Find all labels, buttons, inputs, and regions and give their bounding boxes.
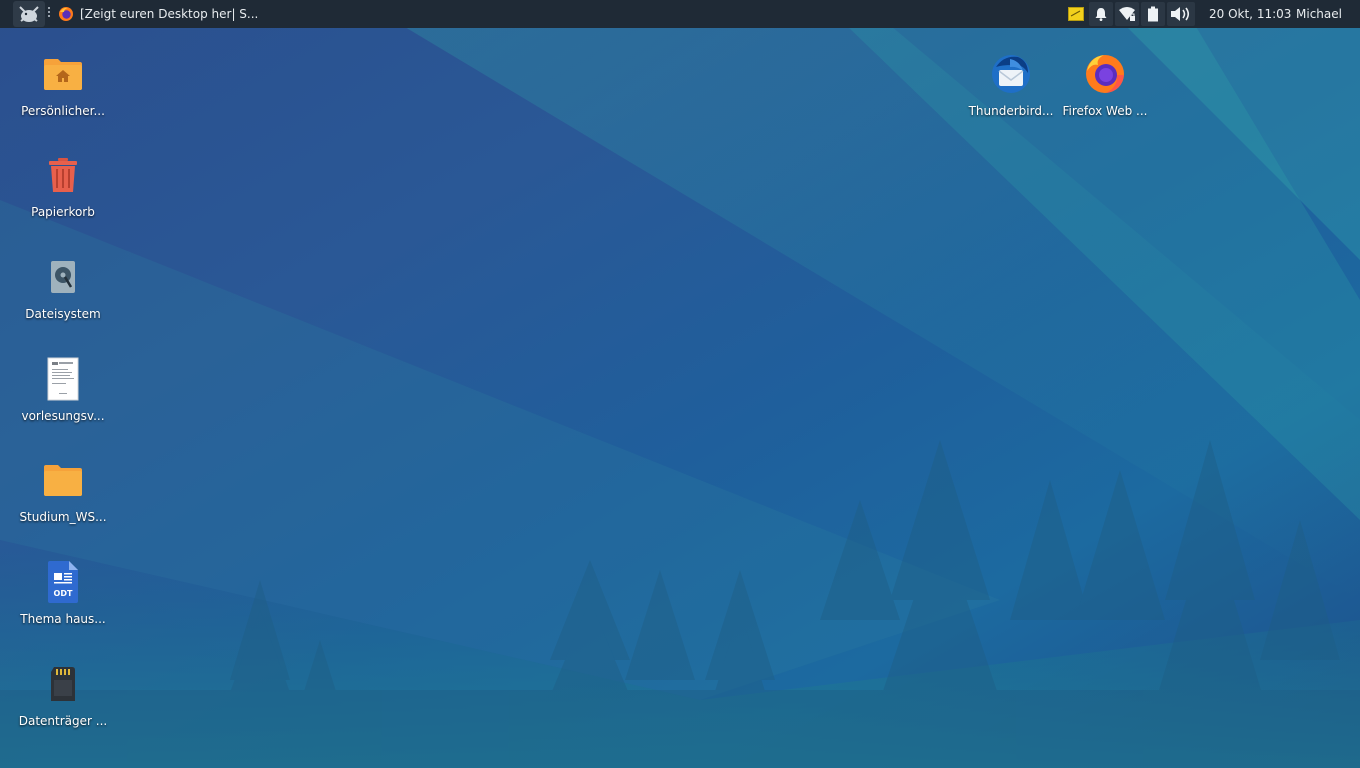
- firefox-icon: [1086, 55, 1124, 93]
- odt-document-icon: ODT: [48, 561, 78, 603]
- trash-icon: [49, 158, 77, 192]
- sd-card-icon: [51, 667, 75, 701]
- desktop-icon-label: Thema haus...: [20, 612, 106, 626]
- desktop-icon-label: vorlesungsv...: [21, 409, 105, 423]
- desktop-icon-odt[interactable]: ODT Thema haus...: [15, 558, 111, 626]
- folder-icon: [44, 465, 82, 496]
- svg-text:ODT: ODT: [54, 589, 73, 598]
- application-menu-button[interactable]: [13, 1, 45, 27]
- wifi-icon: [1119, 7, 1135, 21]
- desktop-icon-folder-studium[interactable]: Studium_WS...: [15, 456, 111, 524]
- taskbar-button[interactable]: [Zeigt euren Desktop her| S...: [58, 0, 258, 28]
- top-panel: [Zeigt euren Desktop her| S... 20 Okt, 1…: [0, 0, 1360, 28]
- desktop-icon-home[interactable]: Persönlicher...: [15, 50, 111, 118]
- notifications-button[interactable]: [1089, 2, 1113, 26]
- home-folder-icon: [44, 59, 82, 90]
- thunderbird-icon: [992, 55, 1030, 93]
- volume-icon: [1171, 7, 1190, 21]
- harddisk-icon: [51, 261, 75, 293]
- panel-user-menu[interactable]: Michael: [1296, 0, 1342, 28]
- bell-icon: [1095, 8, 1107, 21]
- desktop-icon-firefox[interactable]: Firefox Web ...: [1057, 50, 1153, 118]
- desktop-icon-label: Persönlicher...: [21, 104, 105, 118]
- desktop-wallpaper: [0, 0, 1360, 768]
- wallpaper-graphic: [0, 0, 1360, 768]
- desktop-icon-filesystem[interactable]: Dateisystem: [15, 253, 111, 321]
- desktop-icon-label: Papierkorb: [31, 205, 95, 219]
- xfce-mouse-icon: [19, 6, 39, 22]
- panel-handle[interactable]: [48, 7, 50, 21]
- pdf-document-icon: [47, 357, 79, 401]
- panel-clock[interactable]: 20 Okt, 11:03: [1209, 0, 1291, 28]
- desktop-icon-label: Firefox Web ...: [1062, 104, 1148, 118]
- desktop-icon-thunderbird[interactable]: Thunderbird...: [963, 50, 1059, 118]
- taskbar-window-title: [Zeigt euren Desktop her| S...: [80, 7, 259, 21]
- desktop-icon-label: Dateisystem: [25, 307, 101, 321]
- desktop-icon-label: Studium_WS...: [19, 510, 107, 524]
- desktop-icon-label: Thunderbird...: [968, 104, 1054, 118]
- desktop-icon-label: Datenträger ...: [18, 714, 108, 728]
- notes-tray-button[interactable]: [1066, 0, 1086, 28]
- desktop-icon-pdf[interactable]: vorlesungsv...: [15, 355, 111, 423]
- network-button[interactable]: [1115, 2, 1139, 26]
- battery-icon: [1148, 6, 1158, 22]
- desktop-icon-trash[interactable]: Papierkorb: [15, 151, 111, 219]
- power-button[interactable]: [1141, 2, 1165, 26]
- desktop-icon-drive[interactable]: Datenträger ...: [15, 660, 111, 728]
- volume-button[interactable]: [1167, 2, 1195, 26]
- notes-icon: [1068, 7, 1084, 21]
- firefox-icon: [59, 7, 73, 21]
